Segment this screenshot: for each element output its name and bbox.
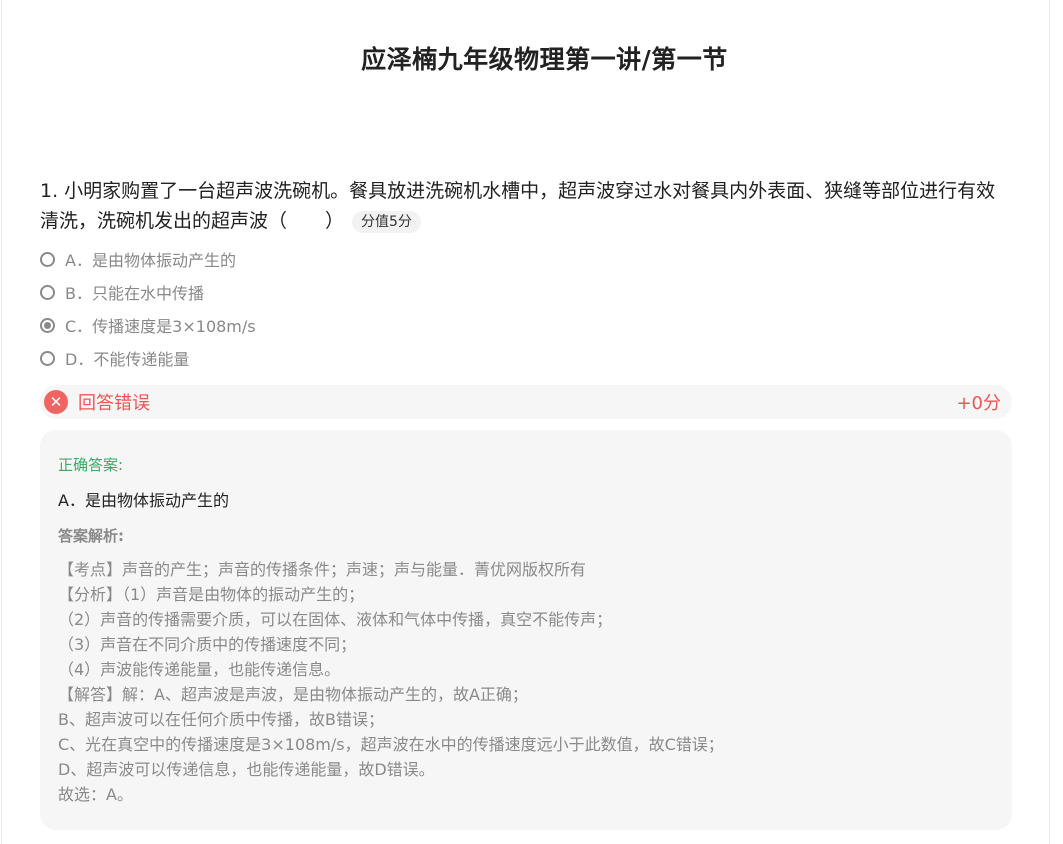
- analysis-line: （4）声波能传递能量，也能传递信息。: [58, 660, 341, 679]
- option-d[interactable]: D．不能传递能量: [40, 347, 189, 369]
- analysis-line: D、超声波可以传递信息，也能传递能量，故D错误。: [58, 760, 435, 779]
- page-title: 应泽楠九年级物理第一讲/第一节: [361, 45, 728, 74]
- analysis-line: 故选：A。: [58, 785, 133, 804]
- close-circle-icon: ✕: [44, 390, 68, 414]
- answer-panel: 正确答案: A．是由物体振动产生的 答案解析: 【考点】声音的产生；声音的传播条…: [40, 430, 1012, 830]
- analysis-line: B、超声波可以在任何介质中传播，故B错误；: [58, 710, 384, 729]
- analysis-line: 【考点】声音的产生；声音的传播条件；声速；声与能量．菁优网版权所有: [58, 560, 587, 579]
- option-label: D．不能传递能量: [65, 350, 190, 369]
- analysis-line: （2）声音的传播需要介质，可以在固体、液体和气体中传播，真空不能传声；: [58, 610, 613, 629]
- analysis-line: 【分析】（1）声音是由物体的振动产生的；: [58, 585, 365, 604]
- radio-icon[interactable]: [40, 284, 55, 300]
- analysis-title: 答案解析:: [58, 527, 124, 545]
- analysis-line: C、光在真空中的传播速度是3×108m/s，超声波在水中的传播速度远小于此数值，…: [58, 735, 724, 754]
- option-label: B．只能在水中传播: [65, 284, 204, 303]
- radio-icon[interactable]: [40, 251, 55, 267]
- result-score: +0分: [956, 393, 1001, 414]
- option-a[interactable]: A．是由物体振动产生的: [40, 248, 236, 270]
- option-b[interactable]: B．只能在水中传播: [40, 281, 204, 303]
- option-label: A．是由物体振动产生的: [65, 251, 236, 270]
- analysis-body: 【考点】声音的产生；声音的传播条件；声速；声与能量．菁优网版权所有 【分析】（1…: [58, 557, 998, 807]
- option-label: C．传播速度是3×108m/s: [65, 317, 256, 336]
- result-label: 回答错误: [78, 393, 150, 414]
- correct-answer-title: 正确答案:: [58, 456, 124, 474]
- analysis-line: （3）声音在不同介质中的传播速度不同；: [58, 635, 357, 654]
- score-badge: 分值5分: [352, 211, 421, 233]
- radio-checked-icon[interactable]: [40, 317, 55, 333]
- question-text: 1. 小明家购置了一台超声波洗碗机。餐具放进洗碗机水槽中，超声波穿过水对餐具内外…: [40, 180, 996, 232]
- result-bar: ✕ 回答错误 +0分: [40, 385, 1012, 419]
- question-stem: 1. 小明家购置了一台超声波洗碗机。餐具放进洗碗机水槽中，超声波穿过水对餐具内外…: [40, 176, 1008, 236]
- radio-icon[interactable]: [40, 350, 55, 366]
- correct-answer-value: A．是由物体振动产生的: [58, 491, 229, 510]
- option-c[interactable]: C．传播速度是3×108m/s: [40, 314, 256, 336]
- analysis-line: 【解答】解：A、超声波是声波，是由物体振动产生的，故A正确；: [58, 685, 528, 704]
